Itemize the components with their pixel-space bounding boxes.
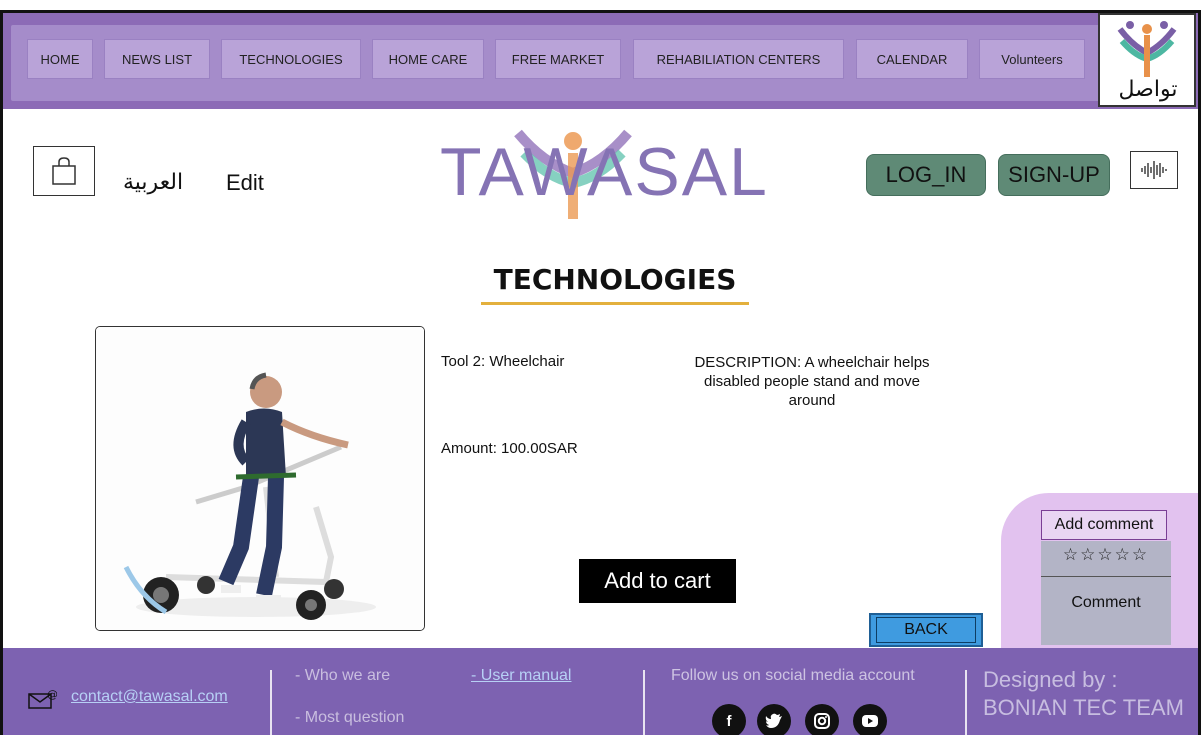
instagram-icon[interactable] <box>805 704 839 735</box>
page-title: TECHNOLOGIES <box>493 263 737 296</box>
svg-text:@: @ <box>47 688 57 701</box>
nav-technologies[interactable]: TECHNOLOGIES <box>221 39 361 79</box>
follow-us-label: Follow us on social media account <box>671 667 915 684</box>
nav-rehabilitation-centers[interactable]: REHABILIATION CENTERS <box>633 39 844 79</box>
shopping-bag-icon <box>52 157 76 185</box>
nav-volunteers[interactable]: Volunteers <box>979 39 1085 79</box>
app-frame: HOME NEWS LIST TECHNOLOGIES HOME CARE FR… <box>0 10 1201 735</box>
add-to-cart-button[interactable]: Add to cart <box>579 559 736 603</box>
twitter-icon[interactable] <box>757 704 791 735</box>
logo-text: تواصل <box>1118 77 1178 102</box>
user-manual-link[interactable]: - User manual <box>471 667 571 685</box>
nav-home-care[interactable]: HOME CARE <box>372 39 484 79</box>
contact-email-link[interactable]: contact@tawasal.com <box>71 688 228 706</box>
tawasal-logo[interactable]: تواصل <box>1098 13 1196 107</box>
signup-button[interactable]: SIGN-UP <box>998 154 1110 196</box>
comment-field[interactable]: Comment <box>1041 594 1171 612</box>
login-button[interactable]: LOG_IN <box>866 154 986 196</box>
footer: @ contact@tawasal.com - Who we are - Mos… <box>3 648 1198 735</box>
youtube-icon[interactable] <box>853 704 887 735</box>
add-comment-button[interactable]: Add comment <box>1041 510 1167 540</box>
most-question-link[interactable]: - Most question <box>295 709 404 727</box>
wheelchair-photo <box>96 327 424 630</box>
product-image <box>95 326 425 631</box>
star-rating[interactable]: ☆☆☆☆☆ <box>1041 545 1171 573</box>
facebook-icon[interactable]: f <box>712 704 746 735</box>
email-icon: @ <box>28 688 57 709</box>
product-amount: Amount: 100.00SAR <box>441 440 578 457</box>
footer-divider <box>965 670 967 735</box>
who-we-are-link[interactable]: - Who we are <box>295 667 390 685</box>
cart-button[interactable] <box>33 146 95 196</box>
back-button[interactable]: BACK <box>869 613 983 647</box>
designed-by: Designed by : BONIAN TEC TEAM <box>983 666 1184 722</box>
title-underline <box>481 302 749 305</box>
back-button-label: BACK <box>876 617 976 643</box>
divider <box>1041 576 1171 577</box>
nav-calendar[interactable]: CALENDAR <box>856 39 968 79</box>
nav-free-market[interactable]: FREE MARKET <box>495 39 621 79</box>
audio-button[interactable] <box>1130 151 1178 189</box>
brand-name: TAWASAL <box>440 134 769 210</box>
product-name: Tool 2: Wheelchair <box>441 353 565 370</box>
designed-by-label: Designed by : <box>983 667 1118 692</box>
team-name: BONIAN TEC TEAM <box>983 695 1184 720</box>
footer-divider <box>270 670 272 735</box>
product-description: DESCRIPTION: A wheelchair helps disabled… <box>694 354 930 409</box>
language-switch[interactable]: العربية <box>123 170 183 195</box>
nav-menu: HOME NEWS LIST TECHNOLOGIES HOME CARE FR… <box>11 25 1103 101</box>
sound-wave-icon <box>1141 161 1167 179</box>
nav-news-list[interactable]: NEWS LIST <box>104 39 210 79</box>
top-navbar: HOME NEWS LIST TECHNOLOGIES HOME CARE FR… <box>3 13 1198 109</box>
edit-link[interactable]: Edit <box>226 170 264 196</box>
footer-divider <box>643 670 645 735</box>
nav-home[interactable]: HOME <box>27 39 93 79</box>
comment-box: ☆☆☆☆☆ Comment <box>1041 541 1171 645</box>
brand-logo: TAWASAL <box>440 129 769 219</box>
